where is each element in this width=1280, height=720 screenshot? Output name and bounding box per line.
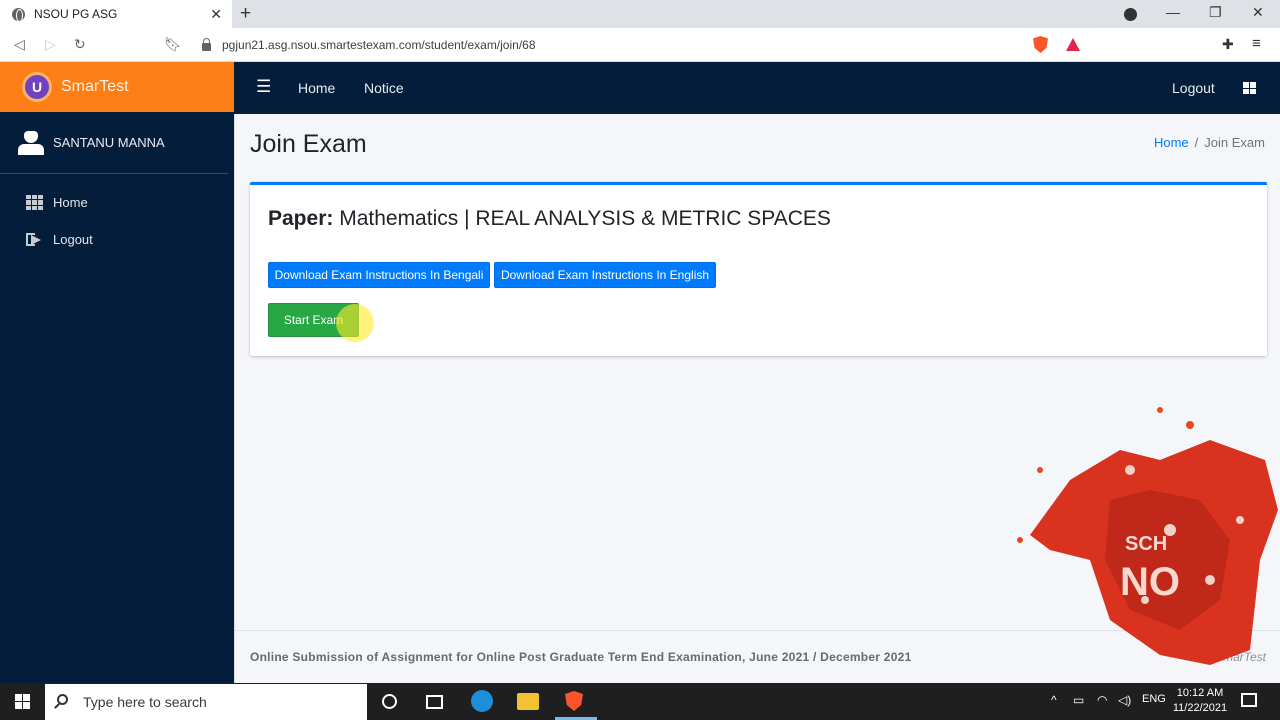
taskbar-clock[interactable]: 10:12 AM 11/22/2021	[1168, 686, 1232, 716]
profile-icon[interactable]	[1124, 8, 1137, 21]
breadcrumb: Home / Join Exam	[1154, 135, 1265, 150]
tray-chevron-icon[interactable]: ^	[1051, 693, 1057, 707]
task-view-icon[interactable]	[426, 695, 443, 709]
nav-home-link[interactable]: Home	[298, 80, 335, 96]
top-navbar: ☰ Home Notice Logout	[234, 62, 1280, 114]
paper-label: Paper:	[268, 207, 334, 230]
maximize-icon[interactable]: ❐	[1209, 4, 1222, 21]
address-bar[interactable]: pgjun21.asg.nsou.smartestexam.com/studen…	[190, 33, 1090, 57]
close-tab-icon[interactable]: ✕	[210, 6, 222, 23]
hamburger-menu-icon[interactable]: ☰	[256, 77, 271, 97]
breadcrumb-home-link[interactable]: Home	[1154, 135, 1189, 150]
lock-icon	[202, 38, 211, 51]
bookmark-icon[interactable]: 🔖︎	[164, 36, 182, 53]
user-graduate-icon	[18, 130, 44, 155]
paper-name: Mathematics | REAL ANALYSIS & METRIC SPA…	[339, 207, 831, 230]
cursor-highlight	[336, 304, 374, 342]
brand-name: SmarTest	[61, 78, 129, 95]
extensions-icon[interactable]: ✚	[1222, 36, 1234, 53]
sign-out-icon	[26, 232, 43, 247]
browser-tab[interactable]: NSOU PG ASG ✕	[0, 0, 232, 28]
browser-toolbar: ◁ ▷ ↻ 🔖︎ pgjun21.asg.nsou.smartestexam.c…	[0, 28, 1280, 62]
globe-icon	[12, 7, 25, 22]
minimize-icon[interactable]: —	[1166, 4, 1180, 20]
nav-logout-link[interactable]: Logout	[1172, 80, 1215, 96]
sidebar-item-label: Home	[53, 195, 88, 210]
clock-time: 10:12 AM	[1176, 687, 1224, 699]
forward-icon[interactable]: ▷	[45, 36, 56, 53]
clock-date: 11/22/2021	[1172, 702, 1228, 714]
notification-center-icon[interactable]	[1241, 693, 1257, 707]
exam-card: Paper: Mathematics | REAL ANALYSIS & MET…	[250, 182, 1267, 356]
sidebar-item-logout[interactable]: Logout	[26, 232, 93, 247]
nsou-watermark-sticker: SCH NO	[1017, 407, 1278, 665]
browser-menu-icon[interactable]: ≡	[1252, 35, 1261, 52]
language-indicator[interactable]: ENG	[1142, 693, 1166, 705]
paper-heading: Paper: Mathematics | REAL ANALYSIS & MET…	[268, 207, 831, 231]
breadcrumb-separator: /	[1194, 135, 1199, 150]
download-instructions-english-button[interactable]: Download Exam Instructions In English	[494, 262, 716, 288]
volume-icon[interactable]: ◁)	[1118, 693, 1131, 707]
windows-taskbar: Type here to search ^ ▭ ◠ ◁) ENG 10:12 A…	[0, 683, 1280, 720]
brand-logo-area[interactable]: U SmarTest	[0, 62, 234, 112]
smartest-logo-icon: U	[22, 72, 52, 102]
sidebar-item-label: Logout	[53, 232, 93, 247]
taskbar-search-placeholder: Type here to search	[83, 694, 207, 710]
nav-notice-link[interactable]: Notice	[364, 80, 404, 96]
url-text: pgjun21.asg.nsou.smartestexam.com/studen…	[222, 38, 536, 52]
footer-text: Online Submission of Assignment for Onli…	[250, 650, 912, 664]
wifi-icon[interactable]: ◠	[1097, 693, 1107, 707]
new-tab-button[interactable]: +	[240, 3, 251, 25]
sticker-logo-text: SCH	[1125, 533, 1167, 555]
sidebar: SANTANU MANNA Home Logout	[0, 112, 234, 683]
brave-rewards-icon[interactable]	[1066, 38, 1080, 51]
close-window-icon[interactable]: ✕	[1252, 4, 1264, 21]
search-icon	[57, 694, 68, 705]
user-panel: SANTANU MANNA	[0, 112, 228, 174]
cortana-icon[interactable]	[382, 694, 397, 709]
sidebar-item-home[interactable]: Home	[26, 195, 88, 210]
edge-browser-icon[interactable]	[471, 690, 493, 712]
browser-tab-strip: NSOU PG ASG ✕ + — ❐ ✕	[0, 0, 1280, 28]
grid-menu-icon[interactable]	[1243, 82, 1256, 94]
page-title: Join Exam	[250, 130, 367, 158]
sticker-logo-text-large: NO	[1120, 560, 1180, 604]
breadcrumb-current: Join Exam	[1204, 135, 1265, 150]
user-name: SANTANU MANNA	[53, 135, 165, 150]
tab-title: NSOU PG ASG	[34, 7, 118, 21]
reload-icon[interactable]: ↻	[74, 36, 86, 53]
apps-grid-icon	[26, 195, 43, 210]
windows-start-icon[interactable]	[15, 694, 30, 709]
file-explorer-icon[interactable]	[517, 693, 539, 710]
back-icon[interactable]: ◁	[14, 36, 25, 53]
brave-browser-icon[interactable]	[565, 691, 583, 711]
taskbar-search-input[interactable]: Type here to search	[45, 684, 367, 720]
download-instructions-bengali-button[interactable]: Download Exam Instructions In Bengali	[268, 262, 490, 288]
battery-icon[interactable]: ▭	[1073, 693, 1084, 707]
